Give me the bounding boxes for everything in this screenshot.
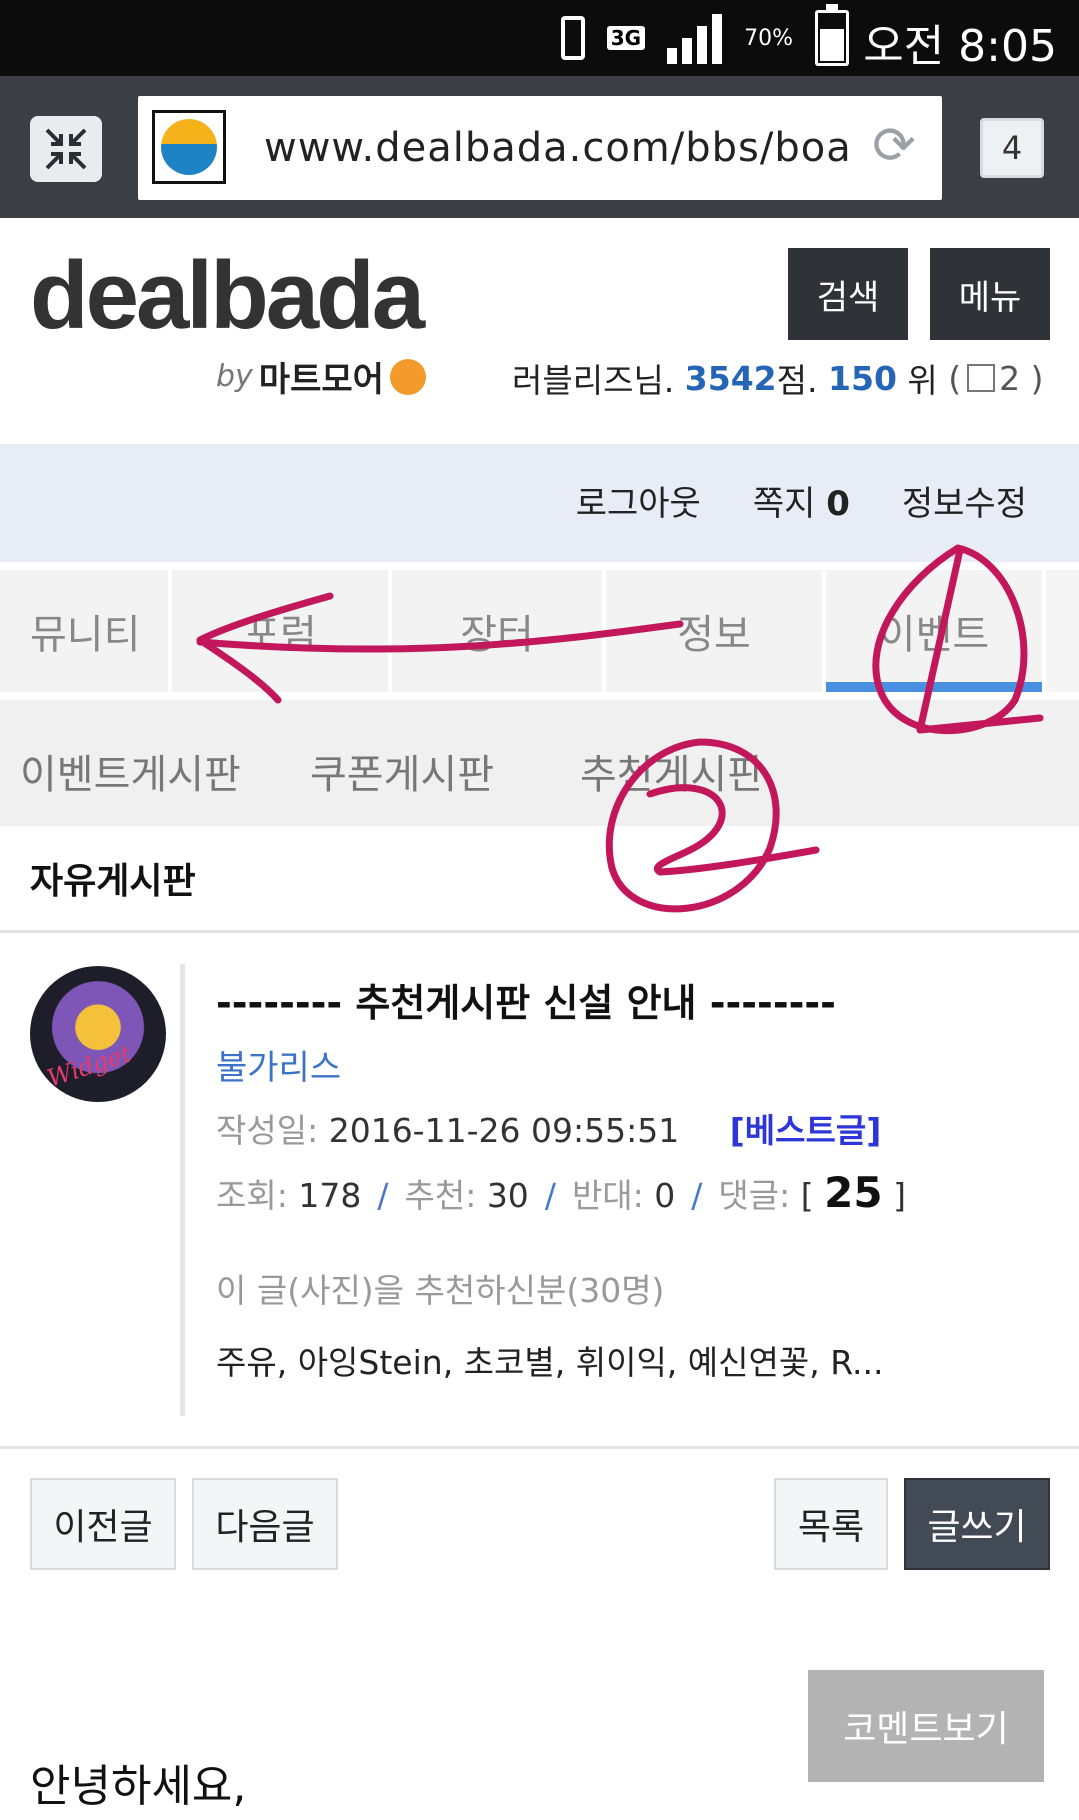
site-logo[interactable]: dealbada [30,246,425,346]
fullscreen-icon[interactable] [30,116,102,182]
comments-count: 25 [824,1168,883,1217]
prev-post-button[interactable]: 이전글 [30,1478,176,1570]
subnav-event-board[interactable]: 이벤트게시판 [20,742,241,800]
recommenders-list: 주유, 아잉Stein, 초코별, 휘이익, 예신연꽃, R... [216,1343,884,1382]
memo-count: 0 [826,484,850,524]
subnav-coupon-board[interactable]: 쿠폰게시판 [310,742,494,800]
logo-by: by [216,359,253,394]
recommenders-title: 이 글(사진)을 추천하신분(30명) [216,1271,665,1310]
main-nav: 뮤니티 포럼 장터 정보 이벤트 [0,570,1079,692]
views-count: 178 [298,1176,362,1215]
recommend-label: 추천: [404,1176,477,1215]
subnav-recommend-board[interactable]: 추천게시판 [580,742,764,800]
views-label: 조회: [216,1176,288,1215]
recommend-count: 30 [486,1176,529,1215]
tab-market[interactable]: 장터 [392,570,606,692]
comments-label: 댓글: [718,1176,791,1215]
reload-icon[interactable]: ⟳ [864,116,924,176]
tab-label: 뮤니티 [30,612,141,658]
list-button[interactable]: 목록 [774,1478,888,1570]
search-button[interactable]: 검색 [788,248,908,340]
paren-close: ) [1030,358,1044,398]
oppose-count: 0 [654,1176,676,1215]
post-author[interactable]: 불가리스 [216,1040,341,1089]
comments-close: ] [893,1176,906,1215]
post-date-line: 작성일: 2016-11-26 09:55:51 [베스트글] [216,1104,881,1152]
best-tag: [베스트글] [729,1111,882,1150]
separator: / [544,1176,556,1215]
menu-button[interactable]: 메뉴 [930,248,1050,340]
status-bar: 3G 70% 오전 8:05 [0,0,1079,76]
divider [0,930,1079,933]
vibrate-icon [560,16,585,60]
separator: / [691,1176,703,1215]
brand-badge-icon [389,358,426,395]
date-label: 작성일: [216,1111,319,1150]
post-body-text: 안녕하세요, [30,1761,247,1812]
memo-link[interactable]: 쪽지 0 [753,476,850,525]
sub-nav: 이벤트게시판 쿠폰게시판 추천게시판 [0,700,1079,826]
rank-unit: 위 [907,361,938,400]
tab-community[interactable]: 뮤니티 [0,570,172,692]
points-unit: 점. [776,361,818,400]
status-icons: 3G 70% [560,4,849,68]
battery-percent: 70% [744,25,793,51]
address-bar[interactable]: www.dealbada.com/bbs/boa ⟳ [138,96,942,200]
post-stats: 조회: 178 / 추천: 30 / 반대: 0 / 댓글: [ 25 ] [216,1168,906,1217]
next-post-button[interactable]: 다음글 [192,1478,338,1570]
clock: 오전 8:05 [863,21,1057,72]
site-favicon-icon [152,110,226,184]
logo-subtitle: by 마트모어 [216,352,426,401]
post-title: -------- 추천게시판 신설 안내 -------- [216,981,836,1025]
user-links-bar: 로그아웃 쪽지 0 정보수정 [0,444,1079,562]
tab-forum[interactable]: 포럼 [172,570,392,692]
tab-label: 장터 [460,612,534,658]
view-comments-button[interactable]: 코멘트보기 [808,1670,1044,1782]
card-rule [180,964,185,1416]
network-type: 3G [606,26,646,50]
user-points: 3542 [684,358,777,398]
url-text[interactable]: www.dealbada.com/bbs/boa [264,118,864,178]
tab-label: 정보 [677,612,751,658]
paren-open: ( [948,358,962,398]
browser-toolbar: www.dealbada.com/bbs/boa ⟳ 4 [0,76,1079,218]
signal-icon [667,12,723,64]
message-box-icon[interactable] [967,364,996,392]
tab-event[interactable]: 이벤트 [826,570,1046,692]
user-info: 러블리즈님. 3542 점. 150 위 ( 2 ) [512,354,1044,402]
oppose-label: 반대: [571,1176,644,1215]
message-count: 2 [999,358,1021,398]
avatar-text: Widget [43,1039,135,1093]
separator: / [377,1176,389,1215]
divider [0,1446,1079,1449]
post-date: 2016-11-26 09:55:51 [328,1111,680,1150]
tab-switcher-button[interactable]: 4 [980,118,1044,178]
user-links: 로그아웃 쪽지 0 정보수정 [576,476,1027,525]
user-rank: 150 [828,358,897,398]
user-name[interactable]: 러블리즈님. [512,354,674,402]
comments-open: [ [800,1176,814,1215]
logo-brand: 마트모어 [258,360,384,400]
tab-label: 포럼 [243,612,317,658]
logout-link[interactable]: 로그아웃 [576,476,701,525]
write-button[interactable]: 글쓰기 [904,1478,1050,1570]
battery-icon [815,4,849,66]
author-avatar[interactable]: Widget [30,966,166,1102]
edit-info-link[interactable]: 정보수정 [902,476,1027,525]
memo-label: 쪽지 [752,484,816,524]
tab-info[interactable]: 정보 [606,570,826,692]
board-title: 자유게시판 [30,861,196,902]
collapse-arrows-icon [45,128,87,170]
tab-label: 이벤트 [878,612,990,658]
